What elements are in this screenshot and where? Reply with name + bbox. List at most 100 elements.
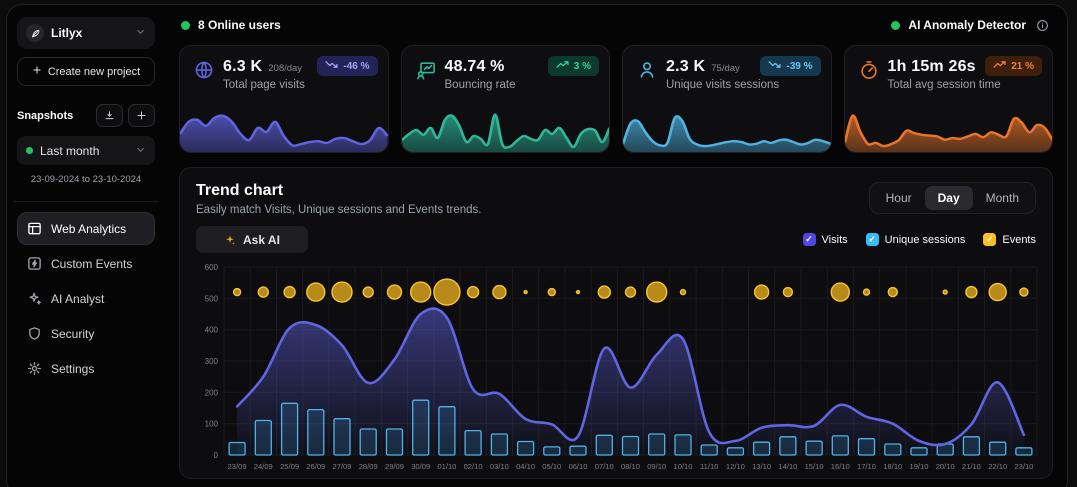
granularity-hour-button[interactable]: Hour bbox=[873, 186, 925, 210]
unique-sessions-bar[interactable] bbox=[990, 442, 1006, 455]
stat-card-total-page-visits: 6.3 K 208/day Total page visits -46 % bbox=[179, 45, 389, 153]
ai-anomaly-detector[interactable]: AI Anomaly Detector bbox=[891, 18, 1049, 32]
sidebar-item-label: Web Analytics bbox=[51, 222, 126, 236]
snapshot-date-range: 23-09-2024 to 23-10-2024 bbox=[17, 174, 155, 185]
unique-sessions-bar[interactable] bbox=[465, 431, 481, 455]
trend-up-icon bbox=[556, 60, 569, 72]
unique-sessions-bar[interactable] bbox=[885, 444, 901, 455]
unique-sessions-bar[interactable] bbox=[859, 439, 875, 455]
unique-sessions-bar[interactable] bbox=[701, 445, 717, 455]
events-bubble[interactable] bbox=[943, 290, 947, 294]
online-status-dot bbox=[181, 21, 190, 30]
unique-sessions-bar[interactable] bbox=[229, 443, 245, 456]
granularity-switch: HourDayMonth bbox=[869, 182, 1036, 214]
events-bubble[interactable] bbox=[577, 291, 580, 294]
unique-sessions-bar[interactable] bbox=[518, 442, 534, 456]
trend-down-icon bbox=[768, 60, 781, 72]
events-bubble[interactable] bbox=[647, 282, 667, 302]
unique-sessions-bar[interactable] bbox=[596, 435, 612, 455]
events-bubble[interactable] bbox=[307, 283, 325, 301]
legend-checkbox[interactable]: ✓ bbox=[983, 233, 996, 246]
unique-sessions-bar[interactable] bbox=[780, 437, 796, 455]
unique-sessions-bar[interactable] bbox=[255, 421, 271, 456]
unique-sessions-bar[interactable] bbox=[439, 407, 455, 455]
trend-chart-subtitle: Easily match Visits, Unique sessions and… bbox=[196, 204, 482, 216]
snapshot-add-button[interactable] bbox=[128, 104, 155, 127]
events-bubble[interactable] bbox=[598, 286, 610, 298]
granularity-month-button[interactable]: Month bbox=[973, 186, 1032, 210]
snapshot-period-select[interactable]: Last month bbox=[17, 136, 155, 165]
events-bubble[interactable] bbox=[493, 286, 506, 299]
events-bubble[interactable] bbox=[411, 282, 431, 302]
unique-sessions-bar[interactable] bbox=[754, 442, 770, 455]
sidebar-item-label: Settings bbox=[51, 362, 94, 376]
svg-text:08/10: 08/10 bbox=[621, 462, 640, 471]
events-bubble[interactable] bbox=[831, 283, 849, 301]
events-bubble[interactable] bbox=[888, 288, 897, 297]
unique-sessions-bar[interactable] bbox=[1016, 448, 1032, 455]
unique-sessions-bar[interactable] bbox=[360, 429, 376, 455]
legend-item-events[interactable]: ✓ Events bbox=[983, 233, 1036, 246]
events-bubble[interactable] bbox=[864, 289, 870, 295]
events-bubble[interactable] bbox=[234, 289, 241, 296]
events-bubble[interactable] bbox=[783, 288, 792, 297]
sidebar-item-custom-events[interactable]: Custom Events bbox=[17, 247, 155, 280]
unique-sessions-bar[interactable] bbox=[570, 446, 586, 455]
events-bubble[interactable] bbox=[548, 289, 555, 296]
create-project-button[interactable]: Create new project bbox=[17, 57, 155, 86]
legend-checkbox[interactable]: ✓ bbox=[803, 233, 816, 246]
svg-text:100: 100 bbox=[205, 420, 219, 429]
events-bubble[interactable] bbox=[284, 287, 295, 298]
events-bubble[interactable] bbox=[966, 287, 977, 298]
trend-badge: 21 % bbox=[985, 56, 1042, 76]
events-bubble[interactable] bbox=[363, 287, 373, 297]
trend-badge: -46 % bbox=[317, 56, 377, 76]
presentation-icon bbox=[416, 60, 436, 80]
legend-checkbox[interactable]: ✓ bbox=[866, 233, 879, 246]
snapshot-download-button[interactable] bbox=[96, 104, 123, 127]
events-bubble[interactable] bbox=[332, 282, 352, 302]
events-bubble[interactable] bbox=[388, 285, 402, 299]
ask-ai-button[interactable]: Ask AI bbox=[196, 226, 308, 253]
events-bubble[interactable] bbox=[434, 279, 460, 305]
unique-sessions-bar[interactable] bbox=[623, 437, 639, 456]
sidebar-item-settings[interactable]: Settings bbox=[17, 352, 155, 385]
legend-item-unique-sessions[interactable]: ✓ Unique sessions bbox=[866, 233, 966, 246]
project-name: Litlyx bbox=[51, 26, 128, 40]
unique-sessions-bar[interactable] bbox=[911, 448, 927, 455]
events-bubble[interactable] bbox=[524, 291, 527, 294]
events-bubble[interactable] bbox=[626, 287, 636, 297]
sidebar: Litlyx Create new project Snapshots bbox=[7, 5, 165, 487]
unique-sessions-bar[interactable] bbox=[832, 436, 848, 455]
svg-text:15/10: 15/10 bbox=[805, 462, 824, 471]
unique-sessions-bar[interactable] bbox=[806, 441, 822, 455]
events-bubble[interactable] bbox=[468, 287, 479, 298]
unique-sessions-bar[interactable] bbox=[649, 434, 665, 455]
events-bubble[interactable] bbox=[258, 287, 268, 297]
svg-text:13/10: 13/10 bbox=[752, 462, 771, 471]
project-selector[interactable]: Litlyx bbox=[17, 17, 155, 49]
granularity-day-button[interactable]: Day bbox=[925, 186, 973, 210]
unique-sessions-bar[interactable] bbox=[727, 448, 743, 455]
unique-sessions-bar[interactable] bbox=[413, 400, 429, 455]
events-bubble[interactable] bbox=[1020, 288, 1028, 296]
svg-text:09/10: 09/10 bbox=[647, 462, 666, 471]
events-bubble[interactable] bbox=[755, 285, 769, 299]
events-bubble[interactable] bbox=[681, 290, 686, 295]
unique-sessions-bar[interactable] bbox=[963, 437, 979, 455]
unique-sessions-bar[interactable] bbox=[334, 419, 350, 455]
legend-item-visits[interactable]: ✓ Visits bbox=[803, 233, 848, 246]
unique-sessions-bar[interactable] bbox=[308, 410, 324, 455]
sidebar-item-web-analytics[interactable]: Web Analytics bbox=[17, 212, 155, 245]
svg-text:24/09: 24/09 bbox=[254, 462, 273, 471]
info-icon[interactable] bbox=[1036, 19, 1049, 32]
unique-sessions-bar[interactable] bbox=[387, 429, 403, 455]
sidebar-item-security[interactable]: Security bbox=[17, 317, 155, 350]
events-bubble[interactable] bbox=[989, 284, 1006, 301]
unique-sessions-bar[interactable] bbox=[491, 434, 507, 455]
unique-sessions-bar[interactable] bbox=[282, 403, 298, 455]
svg-text:0: 0 bbox=[214, 451, 219, 460]
unique-sessions-bar[interactable] bbox=[544, 447, 560, 455]
sidebar-item-ai-analyst[interactable]: AI Analyst bbox=[17, 282, 155, 315]
unique-sessions-bar[interactable] bbox=[675, 435, 691, 455]
